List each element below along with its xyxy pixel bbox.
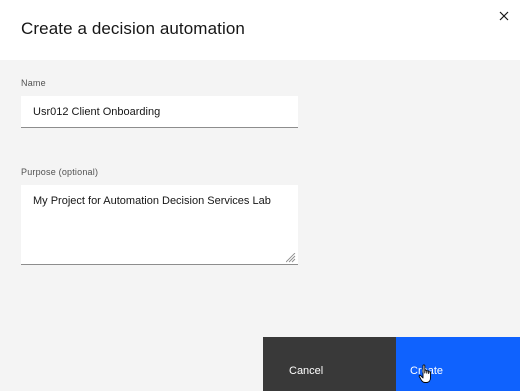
create-button[interactable]: Create bbox=[396, 337, 520, 391]
purpose-label: Purpose (optional) bbox=[21, 167, 99, 177]
dialog-body: Name Purpose (optional) My Project for A… bbox=[0, 60, 520, 337]
close-icon[interactable] bbox=[496, 8, 512, 24]
name-label: Name bbox=[21, 78, 46, 88]
dialog-title: Create a decision automation bbox=[21, 19, 245, 38]
name-input[interactable] bbox=[21, 96, 298, 128]
cancel-button[interactable]: Cancel bbox=[263, 337, 396, 391]
dialog-footer: Cancel Create bbox=[0, 337, 520, 391]
create-decision-automation-dialog: Create a decision automation Name Purpos… bbox=[0, 0, 520, 391]
close-icon-glyph bbox=[499, 11, 509, 21]
resize-grip-icon[interactable] bbox=[286, 253, 296, 263]
dialog-header: Create a decision automation bbox=[0, 0, 520, 60]
purpose-textarea[interactable]: My Project for Automation Decision Servi… bbox=[21, 185, 298, 265]
hand-pointer-icon bbox=[418, 364, 431, 383]
